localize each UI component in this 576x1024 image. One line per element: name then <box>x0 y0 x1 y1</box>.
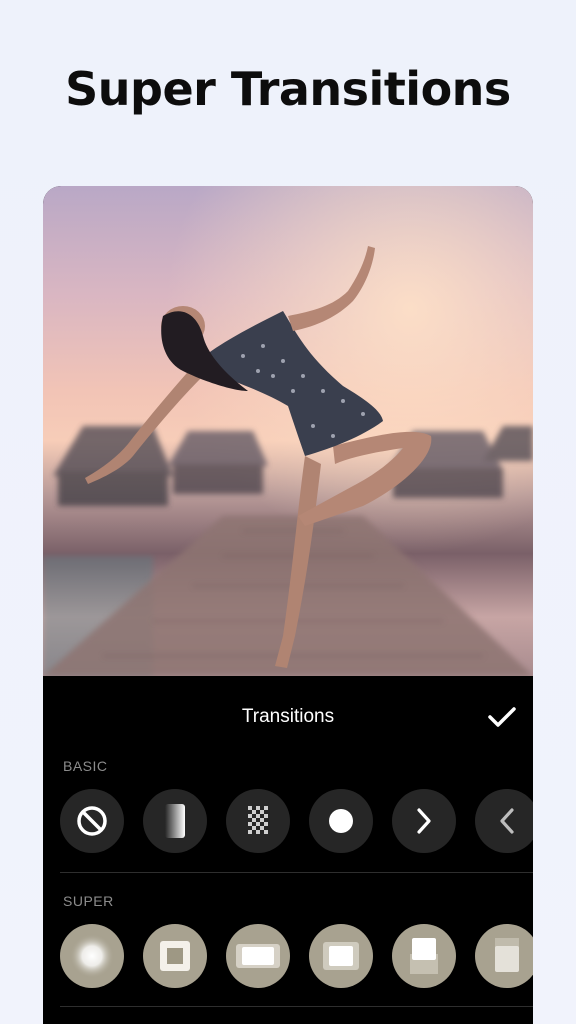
super-transition-6-button[interactable] <box>475 924 533 988</box>
dancer-photo <box>43 186 533 676</box>
checkmark-icon <box>488 707 516 727</box>
frame-zoom-icon <box>160 941 190 971</box>
super-section-label: SUPER <box>63 893 114 909</box>
transition-gradient-button[interactable] <box>143 789 207 853</box>
section-divider-bottom <box>60 1006 533 1007</box>
transition-slide-right-button[interactable] <box>392 789 456 853</box>
transitions-panel: Transitions BASIC SUPER <box>43 676 533 1024</box>
gradient-fade-icon <box>165 804 185 838</box>
super-transition-2-button[interactable] <box>143 924 207 988</box>
headline: Super Transitions <box>65 62 511 116</box>
super-transition-3-button[interactable] <box>226 924 290 988</box>
section-divider <box>60 872 533 873</box>
slide-glow-icon <box>410 938 438 974</box>
super-transition-4-button[interactable] <box>309 924 373 988</box>
transition-dissolve-button[interactable] <box>226 789 290 853</box>
super-transition-1-button[interactable] <box>60 924 124 988</box>
video-preview[interactable] <box>43 186 533 676</box>
super-transitions-row <box>60 924 533 988</box>
circle-icon <box>329 809 353 833</box>
chevron-right-icon <box>417 808 431 834</box>
blur-bar-icon <box>495 938 519 972</box>
no-transition-icon <box>77 806 107 836</box>
basic-section-label: BASIC <box>63 758 108 774</box>
panel-title: Transitions <box>241 706 335 727</box>
confirm-button[interactable] <box>485 700 519 734</box>
basic-transitions-row <box>60 789 533 853</box>
transition-circle-button[interactable] <box>309 789 373 853</box>
zoom-glow-icon <box>70 934 114 978</box>
transition-slide-left-button[interactable] <box>475 789 533 853</box>
super-transition-5-button[interactable] <box>392 924 456 988</box>
app-screen: Transitions BASIC SUPER <box>43 186 533 1024</box>
square-glow-icon <box>323 942 359 970</box>
wide-glow-icon <box>236 944 280 968</box>
transition-none-button[interactable] <box>60 789 124 853</box>
chevron-left-icon <box>500 808 514 834</box>
dissolve-icon <box>248 806 268 834</box>
